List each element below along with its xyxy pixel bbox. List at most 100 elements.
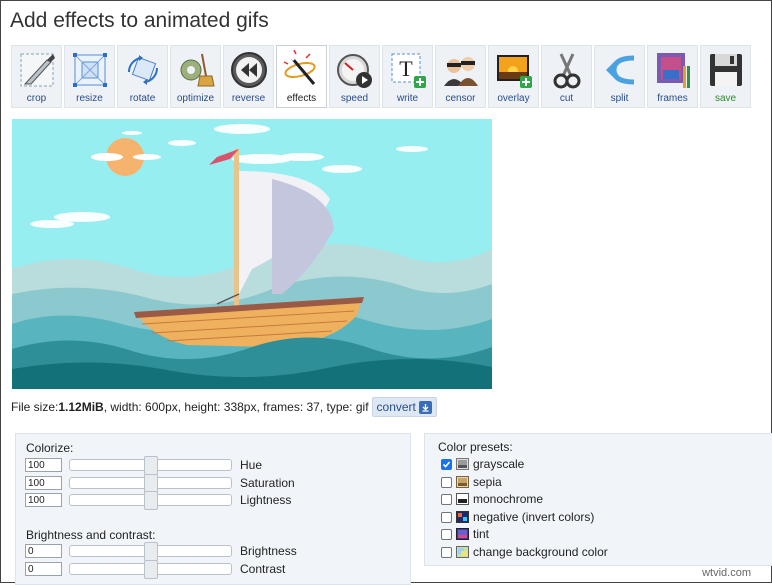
tint-preset-icon — [456, 528, 469, 540]
speedometer-icon — [336, 54, 372, 88]
tool-label: rotate — [129, 93, 156, 104]
saturation-input[interactable] — [25, 476, 62, 490]
tool-optimize[interactable]: optimize — [170, 45, 221, 108]
lightness-input[interactable] — [25, 493, 62, 507]
grayscale-label: grayscale — [473, 457, 525, 471]
brightness-label: Brightness — [240, 544, 297, 558]
background-color-preset-icon — [456, 546, 469, 558]
monochrome-preset-icon — [456, 493, 469, 505]
tool-overlay[interactable]: overlay — [488, 45, 539, 108]
lightness-slider[interactable] — [69, 491, 232, 510]
contrast-input[interactable] — [25, 562, 62, 576]
saturation-slider[interactable] — [69, 474, 232, 493]
lightness-slider-thumb[interactable] — [144, 491, 158, 510]
saturation-control: Saturation — [25, 474, 295, 493]
hue-label: Hue — [240, 458, 263, 472]
optimize-broom-icon — [180, 53, 215, 87]
censor-faces-icon — [443, 57, 478, 86]
brightness-contrast-heading: Brightness and contrast: — [26, 528, 156, 542]
tool-label: overlay — [497, 93, 530, 104]
negative-preset-icon — [456, 511, 469, 523]
colorize-heading: Colorize: — [26, 441, 74, 455]
convert-button[interactable]: convert — [371, 397, 437, 417]
scissors-icon — [553, 53, 580, 89]
tool-label: save — [714, 93, 737, 104]
negative-label: negative (invert colors) — [473, 510, 595, 524]
brightness-slider[interactable] — [69, 542, 232, 561]
contrast-label: Contrast — [240, 562, 286, 576]
preset-grayscale[interactable]: grayscale — [441, 456, 524, 472]
magic-wand-icon — [283, 50, 316, 85]
saturation-label: Saturation — [240, 476, 295, 490]
preset-sepia[interactable]: sepia — [441, 474, 502, 490]
background-color-label: change background color — [473, 545, 608, 559]
grayscale-checkbox[interactable] — [441, 458, 452, 470]
watermark: wtvid.com — [702, 567, 751, 579]
tool-resize[interactable]: resize — [64, 45, 115, 108]
tool-rotate[interactable]: rotate — [117, 45, 168, 108]
background-color-checkbox[interactable] — [441, 546, 452, 558]
hue-input[interactable] — [25, 458, 62, 472]
convert-label: convert — [376, 400, 416, 414]
brightness-input[interactable] — [25, 544, 62, 558]
reverse-icon — [230, 52, 267, 88]
color-presets-panel: Color presets: grayscale sepia monochrom… — [424, 433, 772, 566]
resize-icon — [72, 53, 107, 87]
crop-knife-icon — [20, 53, 55, 87]
tool-label: resize — [76, 93, 103, 104]
file-info-prefix: File size: — [11, 400, 59, 414]
contrast-slider[interactable] — [69, 560, 232, 579]
contrast-control: Contrast — [25, 560, 286, 579]
tool-frames[interactable]: frames — [647, 45, 698, 108]
tint-label: tint — [473, 527, 490, 541]
tool-effects[interactable]: effects — [276, 45, 327, 108]
brightness-slider-thumb[interactable] — [144, 542, 158, 561]
file-info-details: , width: 600px, height: 338px, frames: 3… — [103, 400, 369, 414]
tool-write[interactable]: T write — [382, 45, 433, 108]
negative-checkbox[interactable] — [441, 511, 452, 523]
brightness-control: Brightness — [25, 542, 297, 561]
hue-slider[interactable] — [69, 456, 232, 475]
tool-label: reverse — [231, 93, 266, 104]
floppy-disk-icon — [709, 54, 742, 86]
file-size: 1.12MiB — [58, 400, 104, 414]
text-add-icon: T — [391, 53, 426, 88]
toolbar: crop resize rotate optimize reverse effe… — [11, 45, 751, 109]
page-title: Add effects to animated gifs — [10, 9, 269, 32]
tool-reverse[interactable]: reverse — [223, 45, 274, 108]
tool-label: cut — [559, 93, 574, 104]
tool-cut[interactable]: cut — [541, 45, 592, 108]
tool-crop[interactable]: crop — [11, 45, 62, 108]
tool-label: censor — [445, 93, 476, 104]
color-presets-heading: Color presets: — [438, 440, 513, 454]
tool-speed[interactable]: speed — [329, 45, 380, 108]
tool-save[interactable]: save — [700, 45, 751, 108]
preset-monochrome[interactable]: monochrome — [441, 491, 543, 507]
split-arrow-icon — [605, 55, 634, 85]
download-arrow-icon — [418, 400, 432, 414]
overlay-image-icon — [496, 55, 532, 88]
sepia-preset-icon — [456, 476, 469, 488]
tool-label: write — [396, 93, 419, 104]
svg-text:T: T — [399, 56, 413, 81]
frames-icon — [656, 53, 690, 88]
hue-slider-thumb[interactable] — [144, 456, 158, 475]
tool-censor[interactable]: censor — [435, 45, 486, 108]
monochrome-label: monochrome — [473, 492, 544, 506]
contrast-slider-thumb[interactable] — [144, 560, 158, 579]
grayscale-preset-icon — [456, 458, 469, 470]
lightness-control: Lightness — [25, 491, 291, 510]
adjustments-panel: Colorize: Hue Saturation Lightness Brigh… — [15, 433, 411, 585]
preset-tint[interactable]: tint — [441, 526, 489, 542]
tint-checkbox[interactable] — [441, 528, 452, 540]
rotate-icon — [127, 55, 158, 85]
tool-label: optimize — [176, 93, 215, 104]
hue-control: Hue — [25, 456, 263, 475]
tool-split[interactable]: split — [594, 45, 645, 108]
monochrome-checkbox[interactable] — [441, 493, 452, 505]
tool-label: effects — [286, 93, 317, 104]
preset-background-color[interactable]: change background color — [441, 544, 608, 560]
file-info: File size: 1.12MiB , width: 600px, heigh… — [11, 397, 437, 417]
sepia-checkbox[interactable] — [441, 476, 452, 488]
preset-negative[interactable]: negative (invert colors) — [441, 509, 594, 525]
